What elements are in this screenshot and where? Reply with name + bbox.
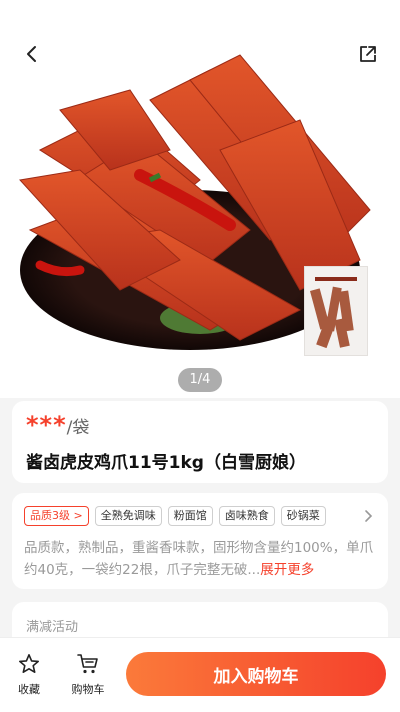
star-icon bbox=[19, 654, 39, 673]
page-indicator: 1/4 bbox=[178, 368, 222, 392]
package-image bbox=[309, 277, 357, 349]
favorite-button[interactable]: 收藏 bbox=[7, 652, 51, 697]
shopping-cart-icon bbox=[77, 654, 98, 674]
cart-button[interactable]: 购物车 bbox=[66, 652, 110, 697]
favorite-label: 收藏 bbox=[18, 683, 40, 696]
tag: 全熟免调味 bbox=[94, 506, 162, 526]
expand-more-link[interactable]: 展开更多 bbox=[260, 562, 314, 578]
tag: 粉面馆 bbox=[167, 506, 213, 526]
share-icon bbox=[360, 46, 376, 62]
cart-label: 购物车 bbox=[71, 683, 105, 696]
chevron-left-icon bbox=[27, 46, 36, 62]
share-button[interactable] bbox=[350, 36, 386, 72]
add-to-cart-button[interactable]: 加入购物车 bbox=[126, 652, 386, 696]
product-gallery[interactable]: 1/4 bbox=[0, 0, 400, 398]
price: *** bbox=[26, 411, 67, 439]
package-thumbnail bbox=[304, 266, 368, 356]
product-description: 品质款，熟制品，重酱香味款，固形物含量约100%，单爪约40克，一袋约22根，爪… bbox=[24, 537, 376, 581]
product-title: 酱卤虎皮鸡爪11号1kg（白雪厨娘） bbox=[26, 453, 306, 473]
promo-label: 满减活动 bbox=[26, 620, 79, 635]
quality-grade-tag[interactable]: 品质3级 > bbox=[24, 506, 89, 526]
price-unit: /袋 bbox=[66, 418, 90, 438]
price-row: ***/袋 bbox=[26, 411, 89, 439]
chevron-right-icon[interactable] bbox=[364, 509, 374, 523]
bottom-action-bar: 收藏 购物车 加入购物车 bbox=[0, 637, 400, 712]
description-text: 品质款，熟制品，重酱香味款，固形物含量约100%，单爪约40克，一袋约22根，爪… bbox=[24, 540, 374, 578]
price-card: ***/袋 酱卤虎皮鸡爪11号1kg（白雪厨娘） bbox=[12, 401, 388, 483]
product-info-card: 品质3级 > 全熟免调味 粉面馆 卤味熟食 砂锅菜 品质款，熟制品，重酱香味款，… bbox=[12, 493, 388, 589]
tag-list[interactable]: 品质3级 > 全熟免调味 粉面馆 卤味熟食 砂锅菜 bbox=[24, 506, 326, 526]
back-button[interactable] bbox=[14, 36, 50, 72]
tag: 卤味熟食 bbox=[218, 506, 275, 526]
tag: 砂锅菜 bbox=[280, 506, 326, 526]
